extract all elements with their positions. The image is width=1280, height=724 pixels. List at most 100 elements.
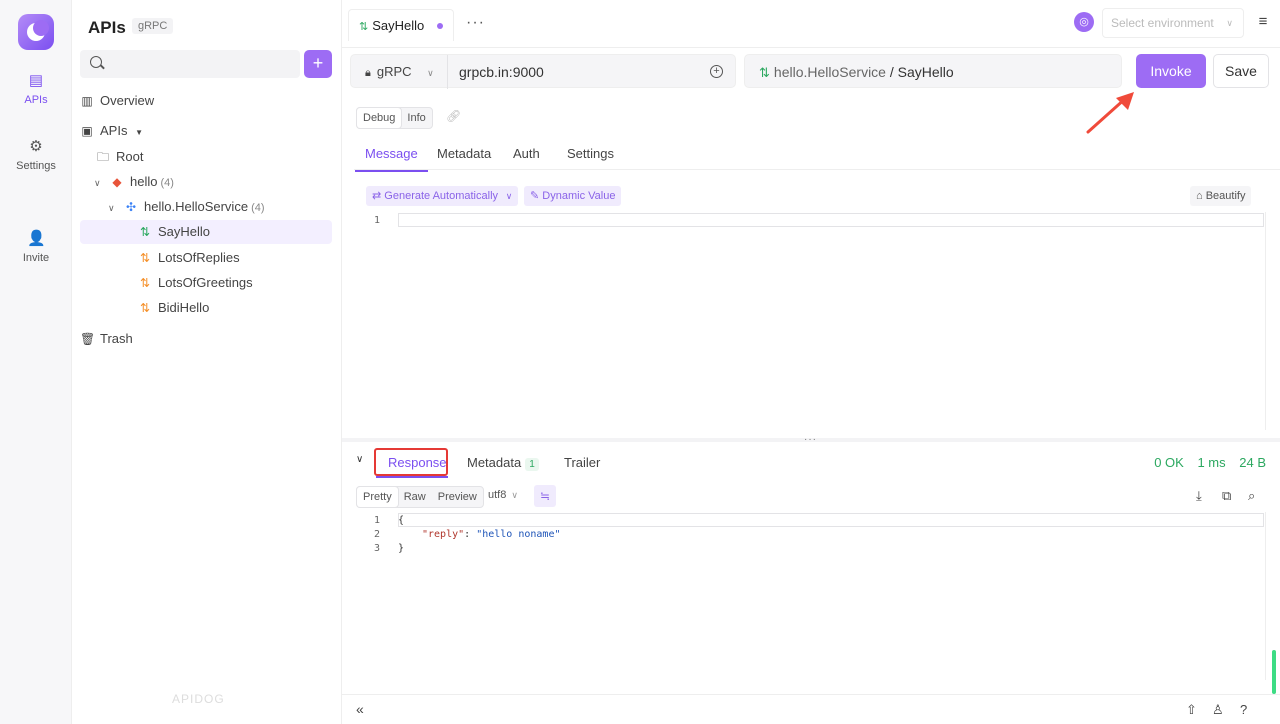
response-view-toggle: Pretty Raw Preview (356, 486, 484, 508)
generate-options-button[interactable]: ∨ (500, 186, 518, 206)
search-icon[interactable]: ⌕ (1248, 488, 1255, 504)
more-icon[interactable]: ··· (466, 14, 485, 32)
mode-debug[interactable]: Debug (357, 108, 402, 128)
metadata-label: Metadata (467, 455, 522, 470)
tab-response[interactable]: Response (388, 455, 447, 470)
tree-count: (4) (251, 202, 265, 214)
upload-icon[interactable]: ⇧ (1186, 702, 1197, 718)
tree-item-bidihello[interactable]: ⇅ BidiHello (80, 296, 332, 320)
magic-wand-icon: ✎ (530, 190, 540, 202)
view-pretty[interactable]: Pretty (357, 487, 398, 507)
drag-handle-icon[interactable]: ··· (804, 434, 817, 445)
wrap-lines-icon[interactable]: ≒ (534, 485, 556, 507)
chevron-down-icon[interactable]: ∨ (356, 454, 363, 465)
environment-icon[interactable]: ◎ (1074, 12, 1094, 32)
generate-automatically-button[interactable]: ⇄ Generate Automatically (366, 186, 505, 206)
apis-folder-icon: ▣ (81, 124, 93, 138)
server-url-input[interactable]: grpcb.in:9000 (459, 55, 544, 89)
apis-icon: ▤ (28, 72, 44, 89)
line-number: 1 (374, 215, 381, 226)
url-bar: 🔒︎ gRPC ∨ grpcb.in:9000 + (350, 54, 736, 90)
tree-label: hello (130, 174, 158, 189)
chevron-down-icon: ∨ (427, 68, 434, 78)
chevron-down-icon: ∨ (511, 490, 519, 500)
protocol-select[interactable]: 🔒︎ gRPC ∨ (365, 55, 434, 90)
protocol-badge: gRPC (132, 18, 174, 34)
copy-icon[interactable]: ⧉ (1222, 488, 1231, 504)
tab-sayhello[interactable]: ⇅ SayHello (348, 9, 454, 41)
dynamic-value-button[interactable]: ✎ Dynamic Value (524, 186, 622, 206)
shirt-icon[interactable]: ♙ (1212, 702, 1224, 718)
metadata-count: 1 (525, 458, 539, 471)
view-raw[interactable]: Raw (398, 487, 432, 507)
trash-icon: 🗑 (80, 332, 96, 346)
collapse-sidebar-icon[interactable]: « (356, 701, 364, 717)
environment-select[interactable]: Select environment ∨ (1102, 8, 1244, 38)
encoding-select[interactable]: utf8 ∨ (488, 489, 518, 501)
chevron-down-icon[interactable]: ∨ (108, 196, 120, 220)
invoke-button[interactable]: Invoke (1136, 54, 1206, 88)
rail-item-apis[interactable]: ▤ APIs (0, 72, 72, 106)
tree-item-apis[interactable]: ▣ APIs ▼ (80, 119, 332, 143)
tree-label: Root (116, 149, 144, 164)
tree-item-sayhello[interactable]: ⇅ SayHello (80, 220, 332, 244)
tab-metadata[interactable]: Metadata (437, 146, 491, 161)
line-number: 3 (374, 543, 381, 554)
unary-icon: ⇅ (759, 65, 770, 80)
sidebar-search-input[interactable] (80, 50, 300, 78)
chevron-down-icon[interactable]: ∨ (94, 171, 106, 195)
save-button[interactable]: Save (1213, 54, 1269, 88)
overview-icon: ▥ (81, 94, 93, 108)
divider (447, 55, 448, 89)
tree-item-overview[interactable]: ▥ Overview (80, 89, 332, 113)
status-code: 0 OK (1154, 455, 1184, 470)
unary-icon: ⇅ (359, 21, 369, 33)
message-editor[interactable]: 1 (354, 212, 1266, 430)
current-line (398, 213, 1264, 227)
tab-settings[interactable]: Settings (567, 146, 614, 161)
json-value: "hello noname" (476, 529, 561, 540)
link-icon[interactable]: 🔗︎ (446, 109, 461, 123)
beautify-button[interactable]: ⌂ Beautify (1190, 186, 1252, 206)
tree-item-lotsofgreetings[interactable]: ⇅ LotsOfGreetings (80, 271, 332, 295)
mode-info[interactable]: Info (401, 108, 431, 128)
search-icon (90, 56, 102, 68)
view-preview[interactable]: Preview (432, 487, 483, 507)
tree-item-hello[interactable]: ∨ ◆ hello (4) (80, 170, 332, 194)
footer-bar: « ⇧ ♙ ? (342, 694, 1280, 724)
rail-item-invite[interactable]: 👤 Invite (0, 230, 72, 264)
add-circle-icon[interactable]: + (710, 65, 723, 78)
tab-trailer[interactable]: Trailer (564, 455, 600, 470)
tab-response-metadata[interactable]: Metadata 1 (467, 455, 539, 471)
mode-toggle: Debug Info (356, 107, 433, 129)
method-selector[interactable]: ⇅ hello.HelloService / SayHello (744, 54, 1122, 88)
line-number: 2 (374, 529, 381, 540)
tree-item-root[interactable]: 🗀 Root (80, 145, 332, 169)
caret-down-icon[interactable]: ▼ (135, 128, 143, 137)
tree-item-service[interactable]: ∨ ✣ hello.HelloService (4) (80, 195, 332, 219)
response-body[interactable]: 1 2 3 { "reply": "hello noname" } (354, 512, 1266, 680)
rail-item-settings[interactable]: ⚙ Settings (0, 138, 72, 172)
unary-icon: ⇅ (139, 225, 151, 239)
tree-count: (4) (160, 177, 174, 189)
tab-bar: ⇅ SayHello ··· ◎ Select environment ∨ ≡ (342, 0, 1280, 48)
app-logo[interactable] (18, 14, 54, 50)
code-line: "reply": "hello noname" (422, 529, 561, 540)
download-icon[interactable]: ⤓ (1196, 488, 1202, 504)
add-button[interactable]: + (304, 50, 332, 78)
tree-item-trash[interactable]: 🗑 Trash (80, 327, 332, 351)
tree-item-lotsofreplies[interactable]: ⇅ LotsOfReplies (80, 246, 332, 270)
tab-auth[interactable]: Auth (513, 146, 540, 161)
response-time: 1 ms (1197, 455, 1226, 470)
method-name: SayHello (897, 64, 954, 80)
left-rail: ▤ APIs ⚙ Settings 👤 Invite (0, 0, 72, 724)
help-icon[interactable]: ? (1240, 702, 1247, 717)
generate-label: Generate Automatically (384, 190, 499, 202)
tab-label: SayHello (372, 18, 425, 33)
tab-message[interactable]: Message (355, 146, 428, 172)
scrollbar[interactable] (1272, 650, 1276, 694)
code-line: } (398, 543, 405, 554)
json-colon: : (464, 529, 477, 540)
current-line (398, 513, 1264, 527)
menu-icon[interactable]: ≡ (1248, 8, 1278, 38)
